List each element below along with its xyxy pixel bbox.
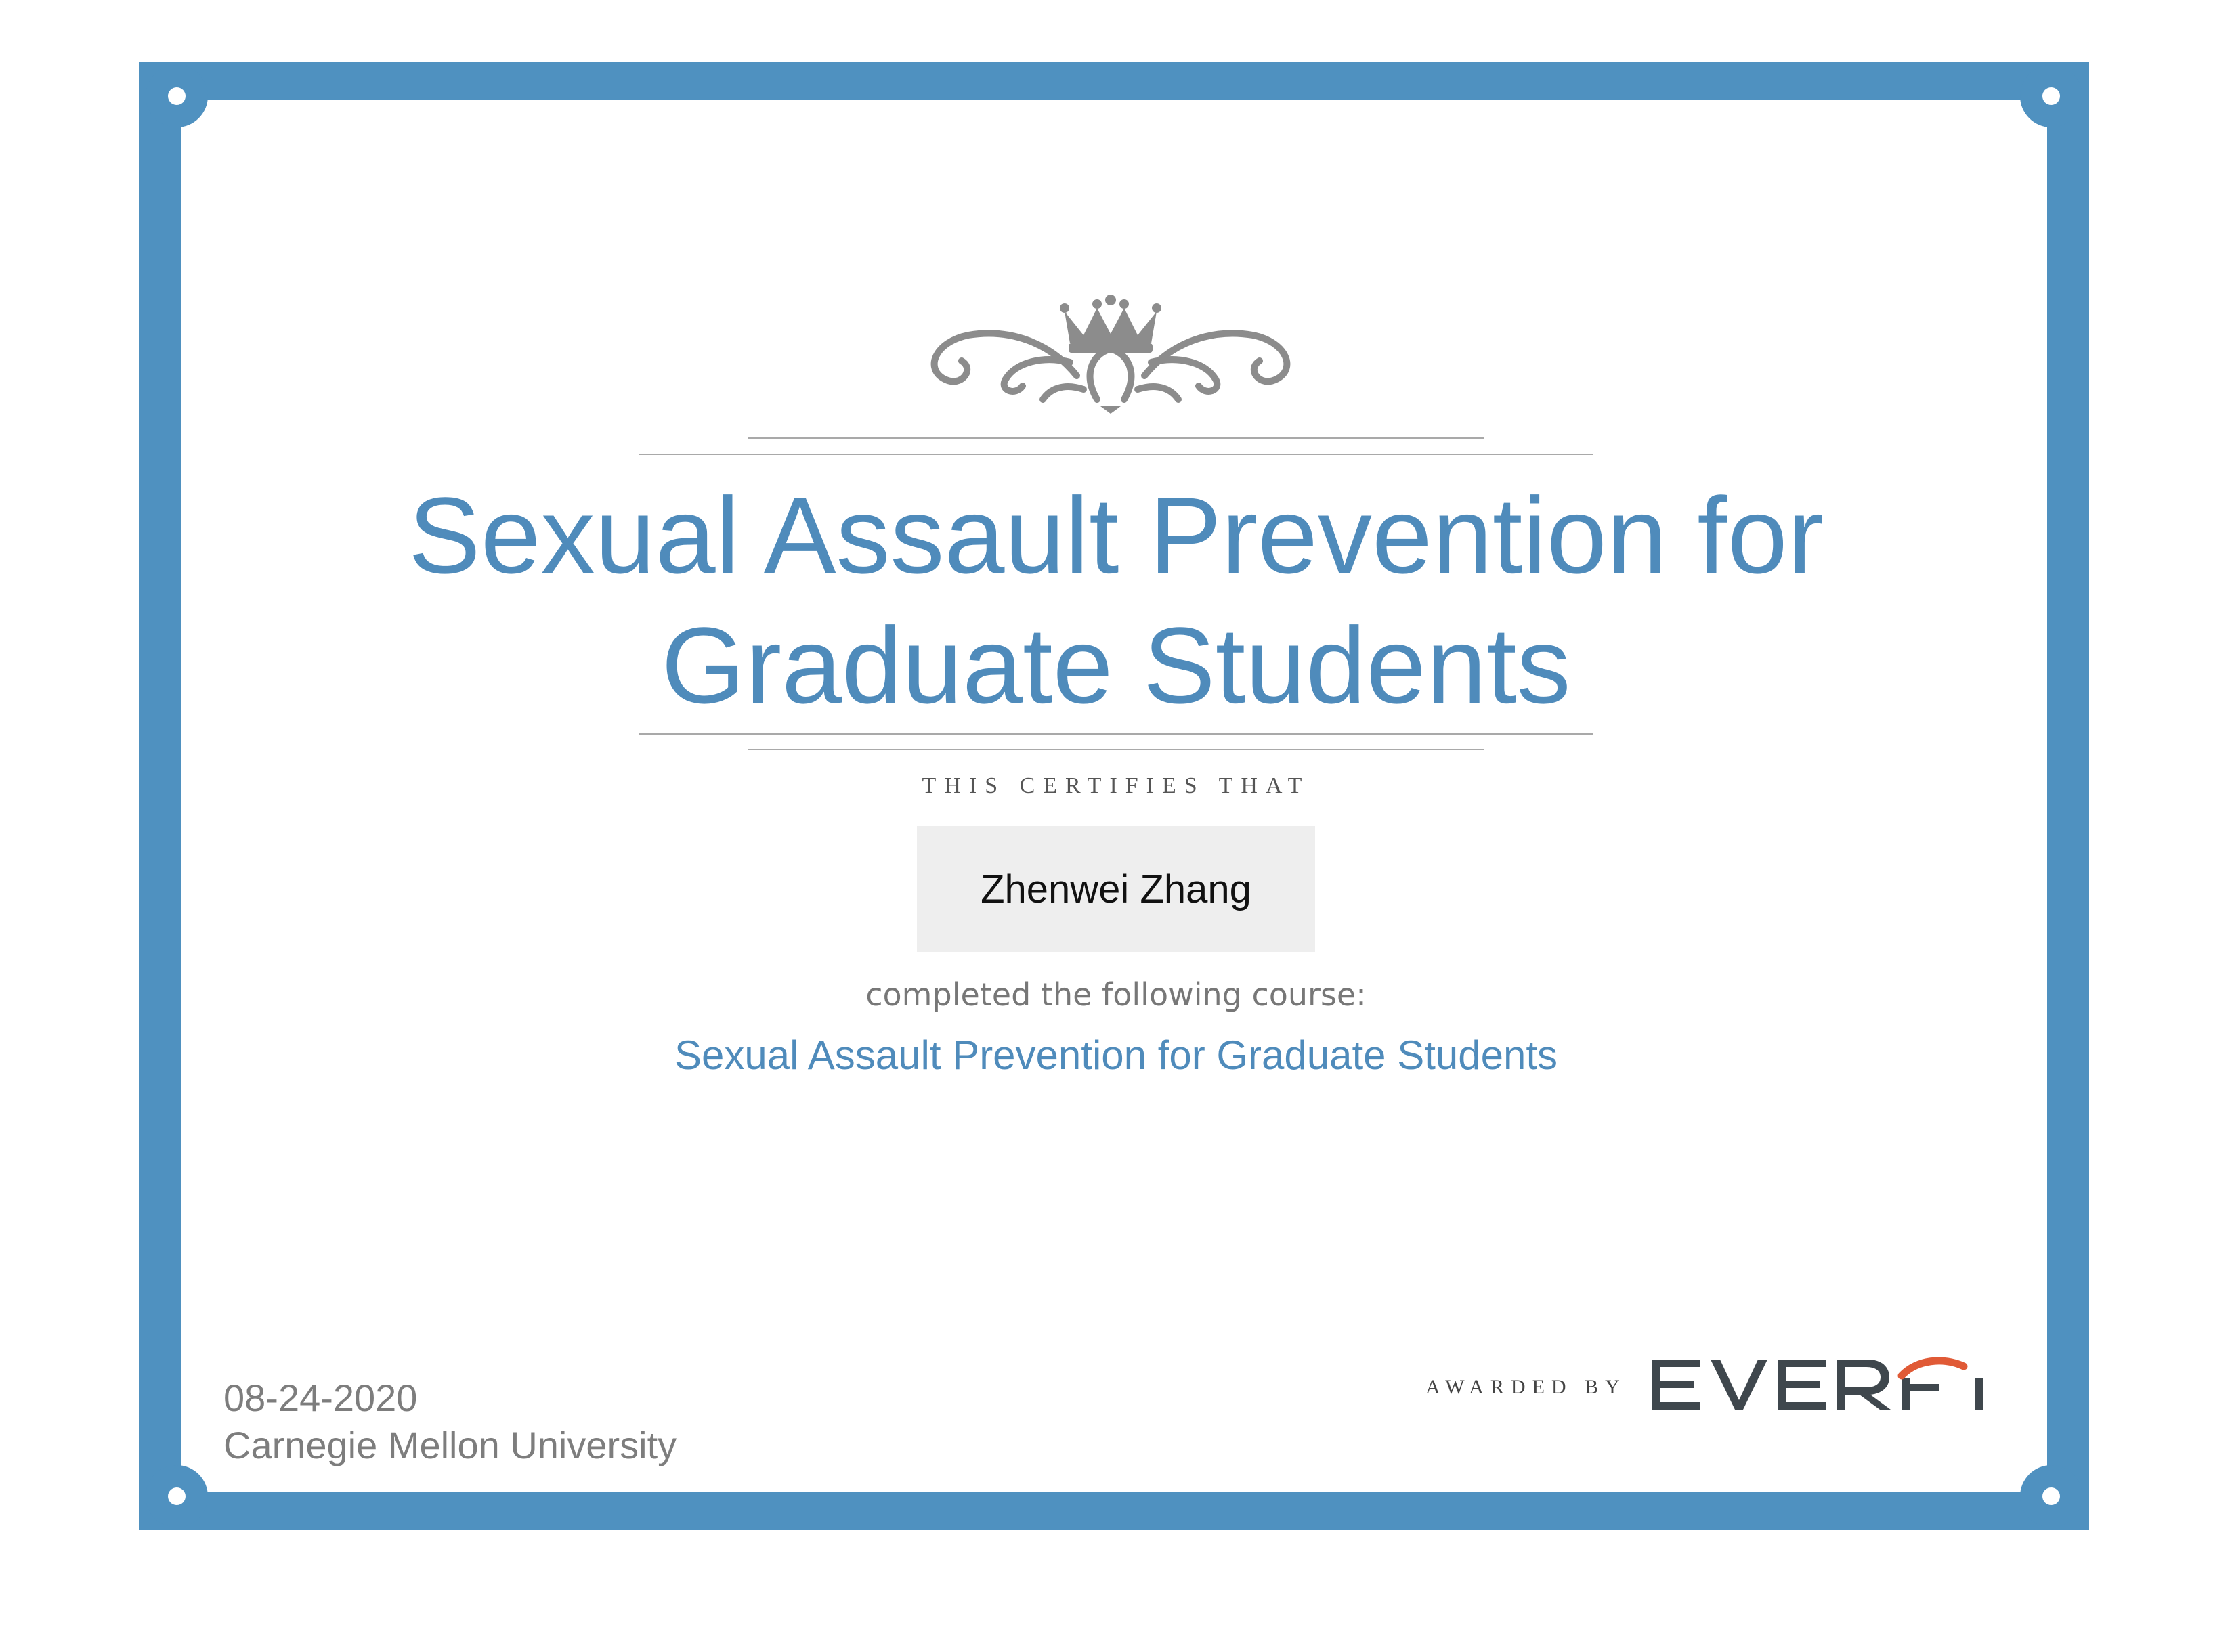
certificate-page: Sexual Assault Prevention for Graduate S… [0, 0, 2232, 1652]
everfi-logo [1652, 1357, 1983, 1410]
certifies-heading: THIS CERTIFIES THAT [922, 773, 1310, 798]
bottom-inner-rule [748, 749, 1484, 750]
recipient-name-box: Zhenwei Zhang [917, 826, 1315, 952]
crown-scroll-ornament-icon [930, 295, 1291, 414]
corner-dot-bottom-left [168, 1487, 186, 1505]
bottom-outer-rule [639, 733, 1593, 735]
awarded-by-label: AWARDED BY [1425, 1376, 1627, 1398]
recipient-name: Zhenwei Zhang [981, 867, 1251, 911]
corner-dot-bottom-right [2042, 1487, 2060, 1505]
top-outer-rule [639, 454, 1593, 455]
completion-date: 08-24-2020 [223, 1376, 418, 1419]
top-inner-rule [748, 437, 1484, 439]
corner-dot-top-right [2042, 87, 2060, 105]
completed-course-label: completed the following course: [865, 976, 1367, 1013]
corner-dot-top-left [168, 87, 186, 105]
course-name: Sexual Assault Prevention for Graduate S… [674, 1032, 1558, 1078]
certificate-title: Sexual Assault Prevention for Graduate S… [408, 475, 1824, 726]
organization-name: Carnegie Mellon University [223, 1424, 677, 1466]
